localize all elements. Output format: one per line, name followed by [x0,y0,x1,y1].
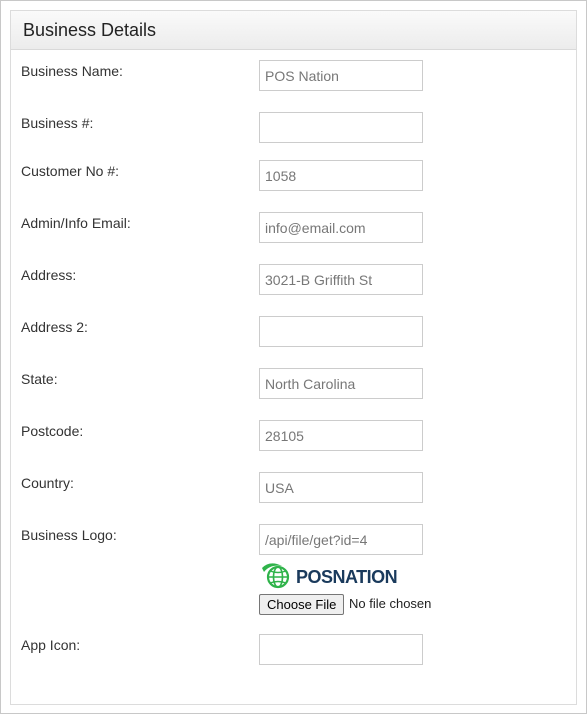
address-label: Address: [21,267,77,283]
admin-email-input[interactable] [259,212,423,243]
address-input[interactable] [259,264,423,295]
country-input[interactable] [259,472,423,503]
posnation-logo: POSNATION [260,562,398,590]
business-details-panel: Business Details Business Name: Business… [0,0,587,714]
logo-wordmark: POSNATION [296,567,398,587]
state-label: State: [21,371,58,387]
address-2-label: Address 2: [21,319,88,335]
panel-title: Business Details [23,20,157,40]
file-status-text: No file chosen [349,596,432,611]
postcode-input[interactable] [259,420,423,451]
app-icon-label: App Icon: [21,637,81,653]
business-name-input[interactable] [259,60,423,91]
business-number-label: Business #: [21,115,94,131]
country-label: Country: [21,475,74,491]
panel-header: Business Details [11,11,576,50]
customer-number-input[interactable] [259,160,423,191]
admin-email-label: Admin/Info Email: [21,215,131,231]
state-input[interactable] [259,368,423,399]
business-logo-input[interactable] [259,524,423,555]
business-name-label: Business Name: [21,63,123,79]
business-number-input[interactable] [259,112,423,143]
customer-number-label: Customer No #: [21,163,120,179]
choose-file-button[interactable]: Choose File [259,594,345,615]
postcode-label: Postcode: [21,423,84,439]
address-2-input[interactable] [259,316,423,347]
business-logo-label: Business Logo: [21,527,117,543]
app-icon-input[interactable] [259,634,423,665]
globe-swoosh-icon [262,563,290,589]
